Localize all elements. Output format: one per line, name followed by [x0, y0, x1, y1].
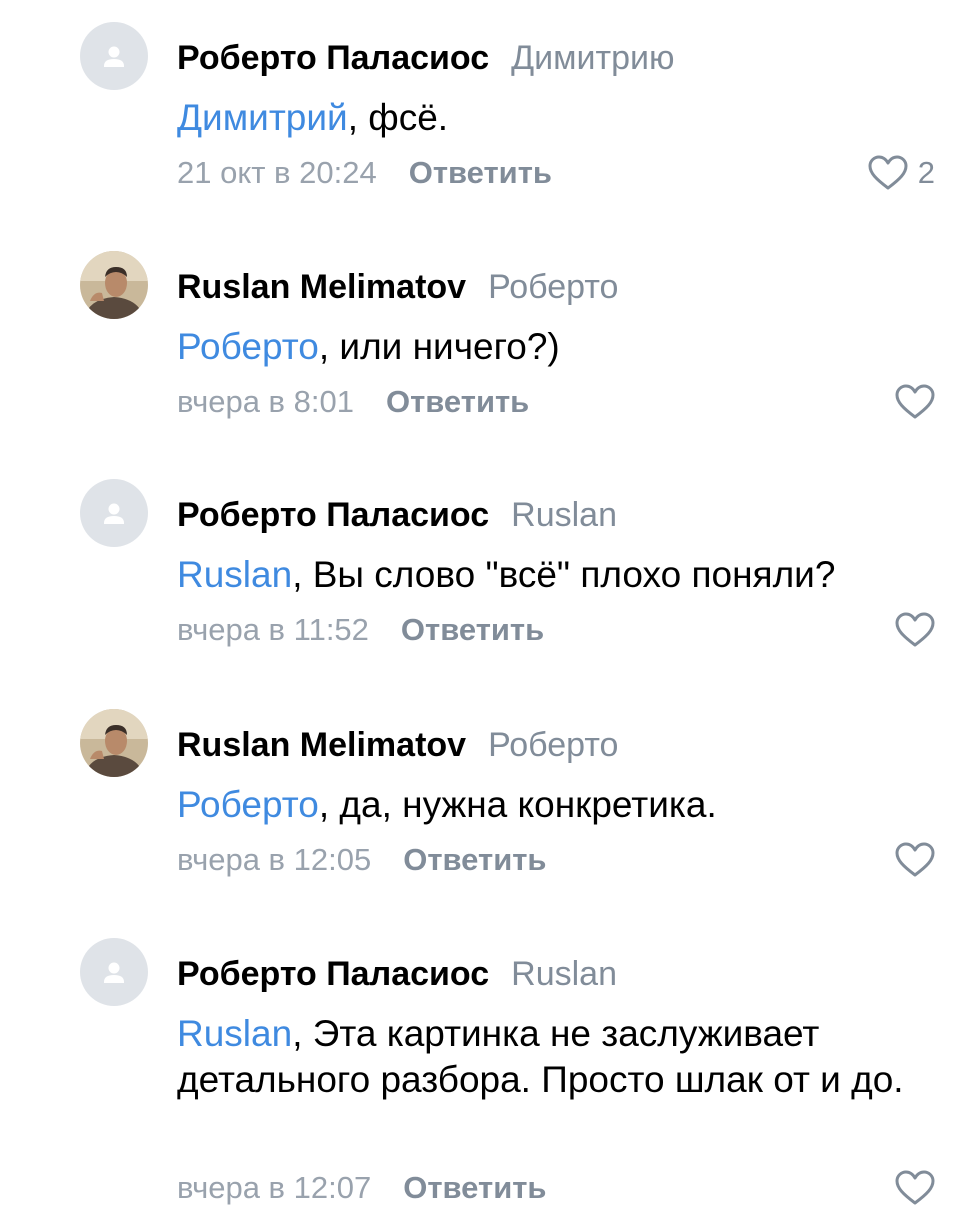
heart-outline-icon	[895, 384, 935, 419]
reply-button[interactable]: Ответить	[386, 384, 529, 419]
reply-button[interactable]: Ответить	[409, 155, 552, 190]
like-count: 2	[917, 155, 935, 190]
avatar[interactable]	[80, 479, 148, 547]
comment-header: Ruslan Melimatov Роберто	[177, 267, 618, 307]
comment-meta: вчера в 8:01 Ответить	[177, 384, 529, 420]
comment-header: Роберто Паласиос Ruslan	[177, 495, 617, 535]
comment-header: Ruslan Melimatov Роберто	[177, 725, 618, 765]
mention-link[interactable]: Роберто	[177, 784, 319, 825]
timestamp: вчера в 11:52	[177, 612, 369, 647]
reply-button[interactable]: Ответить	[401, 612, 544, 647]
heart-outline-icon	[895, 842, 935, 877]
reply-to-name[interactable]: Роберто	[488, 726, 618, 764]
timestamp: вчера в 12:05	[177, 842, 372, 877]
avatar[interactable]	[80, 251, 148, 319]
comment-text: Димитрий, фсё.	[177, 95, 937, 141]
user-photo-icon	[80, 709, 148, 777]
author-name[interactable]: Ruslan Melimatov	[177, 268, 466, 306]
mention-link[interactable]: Ruslan	[177, 1013, 292, 1054]
mention-link[interactable]: Ruslan	[177, 554, 292, 595]
author-name[interactable]: Роберто Паласиос	[177, 39, 489, 77]
timestamp: вчера в 12:07	[177, 1170, 372, 1205]
reply-button[interactable]: Ответить	[403, 842, 546, 877]
comment-text: Роберто, или ничего?)	[177, 324, 937, 370]
like-button[interactable]: 2	[868, 155, 935, 191]
comment-meta: 21 окт в 20:24 Ответить	[177, 155, 552, 191]
mention-link[interactable]: Димитрий	[177, 97, 348, 138]
user-silhouette-icon	[104, 962, 124, 983]
like-button[interactable]	[895, 842, 935, 878]
heart-outline-icon	[895, 612, 935, 647]
reply-to-name[interactable]: Роберто	[488, 268, 618, 306]
like-button[interactable]	[895, 384, 935, 420]
comment-body: , фсё.	[347, 97, 449, 138]
heart-outline-icon	[868, 155, 908, 190]
user-photo-icon	[80, 251, 148, 319]
comment-meta: вчера в 12:07 Ответить	[177, 1170, 547, 1206]
reply-to-name[interactable]: Ruslan	[511, 955, 617, 993]
avatar[interactable]	[80, 22, 148, 90]
comment-header: Роберто Паласиос Ruslan	[177, 954, 617, 994]
heart-outline-icon	[895, 1170, 935, 1205]
user-silhouette-icon	[104, 46, 124, 67]
timestamp: 21 окт в 20:24	[177, 155, 377, 190]
timestamp: вчера в 8:01	[177, 384, 354, 419]
author-name[interactable]: Ruslan Melimatov	[177, 726, 466, 764]
author-name[interactable]: Роберто Паласиос	[177, 496, 489, 534]
comment-text: Роберто, да, нужна конкретика.	[177, 782, 937, 828]
comment-body: , или ничего?)	[318, 326, 560, 367]
comment-body: , да, нужна конкретика.	[318, 784, 717, 825]
comment-body: , Вы слово "всё" плохо поняли?	[292, 554, 836, 595]
avatar[interactable]	[80, 938, 148, 1006]
comment-text: Ruslan, Вы слово "всё" плохо поняли?	[177, 552, 937, 598]
like-button[interactable]	[895, 1170, 935, 1206]
user-silhouette-icon	[104, 503, 124, 524]
comment-meta: вчера в 11:52 Ответить	[177, 612, 544, 648]
reply-button[interactable]: Ответить	[403, 1170, 546, 1205]
avatar[interactable]	[80, 709, 148, 777]
reply-to-name[interactable]: Ruslan	[511, 496, 617, 534]
like-button[interactable]	[895, 612, 935, 648]
reply-to-name[interactable]: Димитрию	[511, 39, 674, 77]
mention-link[interactable]: Роберто	[177, 326, 319, 367]
comment-text: Ruslan, Эта картинка не заслуживает дета…	[177, 1011, 917, 1103]
author-name[interactable]: Роберто Паласиос	[177, 955, 489, 993]
comment-header: Роберто Паласиос Димитрию	[177, 38, 675, 78]
comment-meta: вчера в 12:05 Ответить	[177, 842, 547, 878]
